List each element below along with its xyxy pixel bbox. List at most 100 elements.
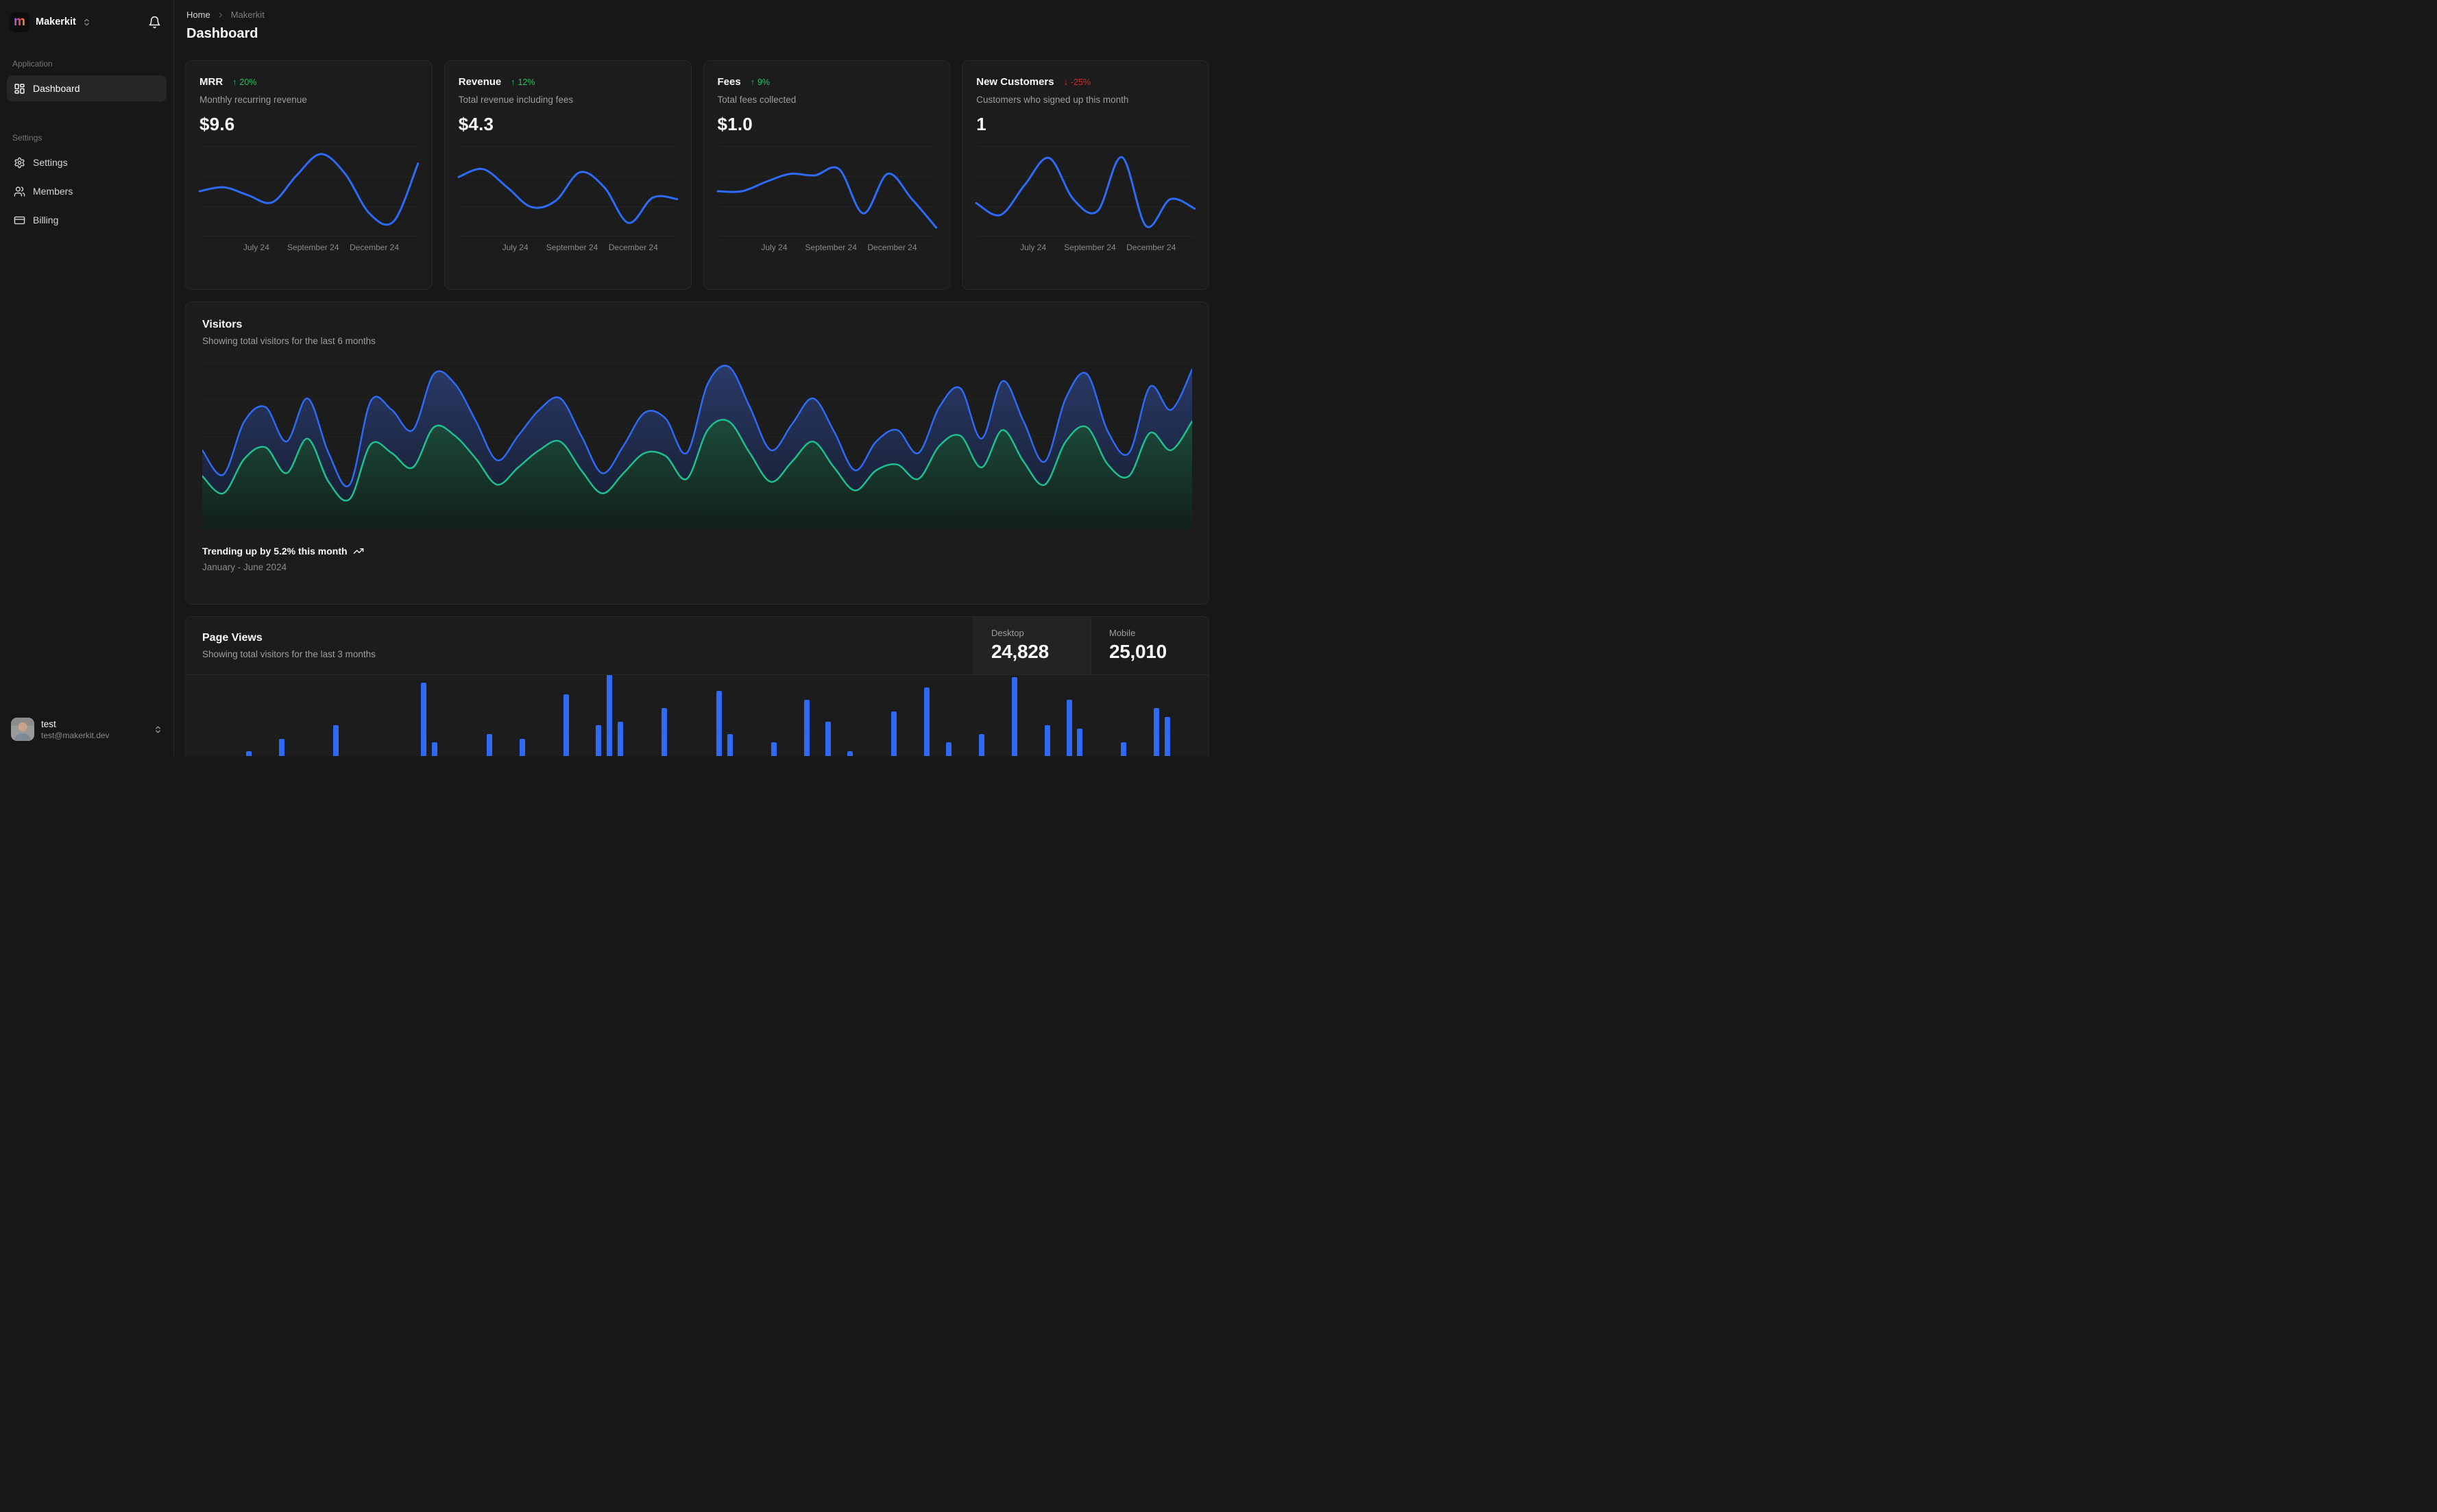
bar <box>924 687 930 756</box>
sidebar-item-members[interactable]: Members <box>7 178 167 204</box>
section-label-application: Application <box>12 59 53 69</box>
stat-description: Total fees collected <box>717 95 797 105</box>
page-views-chart <box>199 675 1195 756</box>
trend-badge: ↓ -25% <box>1064 77 1091 87</box>
workspace-selector[interactable]: m Makerkit <box>7 8 167 36</box>
stat-description: Monthly recurring revenue <box>199 95 307 105</box>
fees-sparkline-chart <box>718 146 936 236</box>
trend-badge: ↑ 20% <box>232 77 256 87</box>
revenue-sparkline-chart <box>459 146 677 236</box>
bar <box>716 691 722 756</box>
bar <box>662 708 668 756</box>
logo-letter: m <box>14 14 25 29</box>
page-views-header: Page Views Showing total visitors for th… <box>186 617 1209 675</box>
bar <box>618 722 624 756</box>
sidebar-item-dashboard[interactable]: Dashboard <box>7 75 167 101</box>
breadcrumb-home-link[interactable]: Home <box>186 10 210 20</box>
bar <box>421 682 427 756</box>
bar <box>727 733 733 756</box>
bar <box>486 733 492 756</box>
user-name: test <box>41 718 56 729</box>
bar <box>245 751 252 756</box>
bar <box>1165 716 1171 756</box>
visitors-footer: Trending up by 5.2% this month <box>202 546 1192 557</box>
trend-value: 12% <box>518 77 535 87</box>
arrow-up-icon: ↑ <box>511 77 516 87</box>
bar <box>1154 708 1160 756</box>
stat-title: Revenue <box>458 76 502 88</box>
bar <box>847 751 853 756</box>
stat-description: Customers who signed up this month <box>976 95 1129 105</box>
tab-label: Mobile <box>1109 628 1136 638</box>
bar <box>803 699 810 756</box>
x-axis-labels: July 24 September 24 December 24 <box>243 243 400 252</box>
stat-title: New Customers <box>976 76 1054 88</box>
notifications-bell-icon[interactable] <box>145 13 164 32</box>
users-icon <box>14 186 25 197</box>
bar <box>432 742 438 756</box>
stat-card-mrr: MRR ↑ 20% Monthly recurring revenue $9.6 … <box>185 60 433 290</box>
visitors-title: Visitors <box>202 319 243 330</box>
trend-badge: ↑ 9% <box>751 77 770 87</box>
bar <box>945 742 951 756</box>
new-customers-sparkline-chart <box>976 146 1195 236</box>
tab-desktop[interactable]: Desktop 24,828 <box>973 617 1091 674</box>
x-axis-labels: July 24 September 24 December 24 <box>502 243 658 252</box>
bar <box>825 722 832 756</box>
main-content: Home Makerkit Dashboard MRR ↑ 20% Monthly… <box>174 0 1218 756</box>
page-views-card: Page Views Showing total visitors for th… <box>185 616 1209 756</box>
chevrons-up-down-icon <box>82 18 91 27</box>
breadcrumb: Home Makerkit <box>185 10 1209 20</box>
stat-title: Fees <box>717 76 741 88</box>
bar <box>1121 742 1127 756</box>
bar <box>1077 729 1083 756</box>
mrr-sparkline-chart <box>199 146 418 236</box>
stat-title: MRR <box>199 76 223 88</box>
sidebar-item-label: Settings <box>33 157 68 168</box>
sidebar-item-billing[interactable]: Billing <box>7 207 167 233</box>
x-axis-labels: July 24 September 24 December 24 <box>1020 243 1176 252</box>
bar <box>519 739 525 756</box>
visitors-trend-text: Trending up by 5.2% this month <box>202 546 348 557</box>
stat-value: $9.6 <box>199 114 235 134</box>
bar <box>1066 699 1072 756</box>
page-views-heading: Page Views Showing total visitors for th… <box>186 617 973 674</box>
visitors-area-chart <box>202 361 1192 529</box>
stat-card-new-customers: New Customers ↓ -25% Customers who signed… <box>962 60 1209 290</box>
chevron-right-icon <box>217 11 225 19</box>
visitors-card: Visitors Showing total visitors for the … <box>185 302 1209 605</box>
trend-value: -25% <box>1070 77 1091 87</box>
stat-card-revenue: Revenue ↑ 12% Total revenue including fee… <box>444 60 692 290</box>
bar <box>771 742 777 756</box>
dashboard-icon <box>14 83 25 95</box>
stat-value: 1 <box>976 114 986 134</box>
bar <box>891 711 897 756</box>
arrow-up-icon: ↑ <box>750 77 755 87</box>
section-label-settings: Settings <box>12 133 43 143</box>
user-menu[interactable]: test test@makerkit.dev <box>7 715 167 744</box>
bar <box>607 675 613 756</box>
page-title: Dashboard <box>186 26 258 41</box>
bar <box>596 725 602 756</box>
trend-value: 20% <box>239 77 257 87</box>
page-views-subtitle: Showing total visitors for the last 3 mo… <box>202 649 376 659</box>
stat-cards-row: MRR ↑ 20% Monthly recurring revenue $9.6 … <box>185 60 1209 290</box>
chevrons-up-down-icon <box>154 725 162 734</box>
sidebar-item-settings[interactable]: Settings <box>7 149 167 175</box>
visitors-period: January - June 2024 <box>202 562 287 572</box>
trend-value: 9% <box>757 77 771 87</box>
trending-up-icon <box>353 546 364 557</box>
page-views-title: Page Views <box>202 632 263 644</box>
gear-icon <box>14 157 25 169</box>
stat-description: Total revenue including fees <box>458 95 574 105</box>
makerkit-logo: m <box>10 12 29 32</box>
workspace-name: Makerkit <box>36 16 76 27</box>
bar <box>1044 725 1050 756</box>
tab-mobile[interactable]: Mobile 25,010 <box>1091 617 1209 674</box>
credit-card-icon <box>14 215 25 226</box>
bar <box>1011 677 1017 756</box>
sidebar-item-label: Dashboard <box>33 83 80 94</box>
tab-value: 25,010 <box>1109 641 1167 662</box>
stat-value: $1.0 <box>717 114 753 134</box>
user-meta: test test@makerkit.dev <box>41 719 110 740</box>
